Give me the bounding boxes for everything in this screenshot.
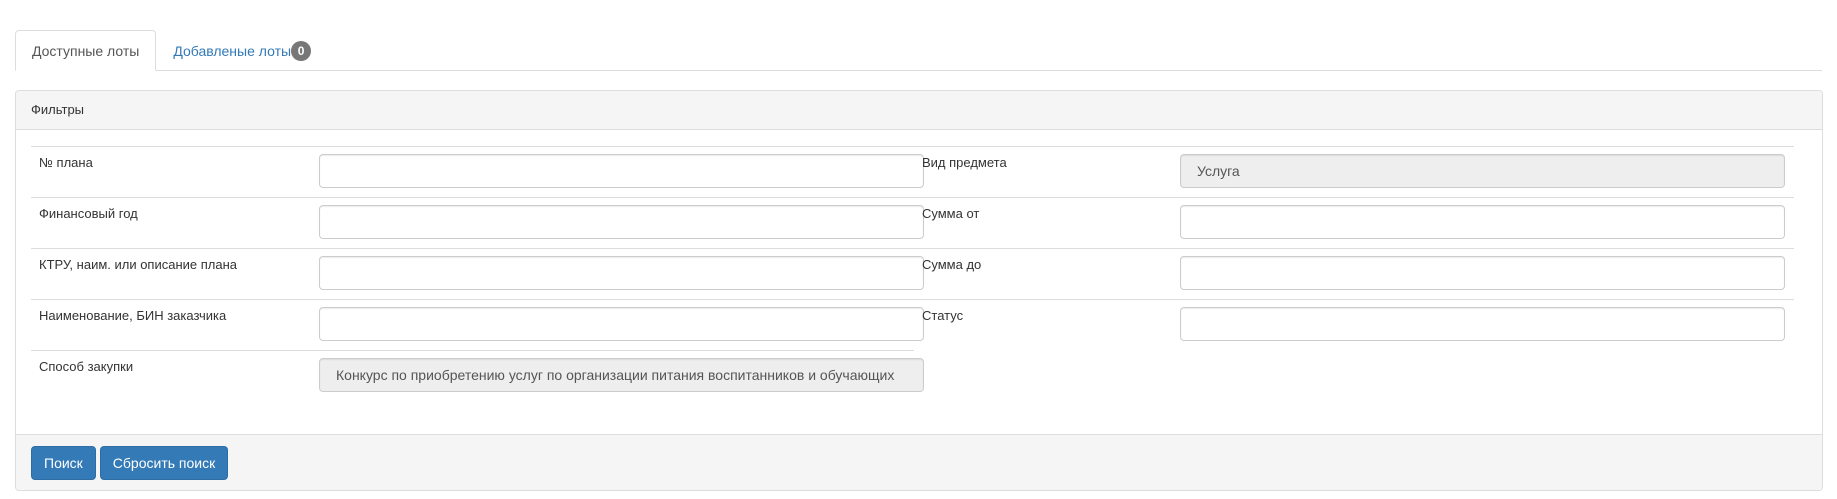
subject-type-field: Услуга (1180, 154, 1785, 188)
filter-label: Финансовый год (39, 206, 138, 221)
filter-row-procurement-method: Способ закупки Конкурс по приобретению у… (31, 350, 924, 401)
added-lots-count-badge: 0 (291, 41, 312, 62)
page: Доступные лоты Добавленые лоты 0 Фильтры … (0, 15, 1837, 499)
filters-left-column: № плана Финансовый год КТРУ, наим. или о… (31, 146, 924, 401)
customer-input[interactable] (319, 307, 924, 341)
filters-panel: Фильтры № плана Финансовый год КТРУ, наи… (15, 90, 1823, 491)
filter-label: Вид предмета (922, 155, 1007, 170)
panel-heading: Фильтры (16, 91, 1822, 130)
filter-label: Способ закупки (39, 359, 134, 374)
plan-number-input[interactable] (319, 154, 924, 188)
filter-row-plan-number: № плана (31, 146, 924, 197)
tab-label: Добавленые лоты (173, 43, 292, 59)
filters-body: № плана Финансовый год КТРУ, наим. или о… (16, 130, 1822, 436)
filter-row-subject-type: Вид предмета Услуга (914, 146, 1794, 197)
fiscal-year-input[interactable] (319, 205, 924, 239)
amount-to-input[interactable] (1180, 256, 1785, 290)
tab-available-lots[interactable]: Доступные лоты (15, 30, 157, 71)
filter-label: Наименование, БИН заказчика (39, 308, 227, 323)
tab-added-lots[interactable]: Добавленые лоты 0 (156, 30, 328, 71)
filter-label: Сумма от (922, 206, 980, 221)
filters-right-column: Вид предмета Услуга Сумма от Сумма до Ст… (914, 146, 1794, 350)
tab-label: Доступные лоты (32, 43, 140, 59)
filter-row-amount-from: Сумма от (914, 197, 1794, 248)
filter-label: КТРУ, наим. или описание плана (39, 257, 238, 272)
ktru-input[interactable] (319, 256, 924, 290)
filter-row-fiscal-year: Финансовый год (31, 197, 924, 248)
amount-from-input[interactable] (1180, 205, 1785, 239)
filter-label: Статус (922, 308, 964, 323)
panel-footer: Поиск Сбросить поиск (16, 434, 1822, 490)
filter-row-status: Статус (914, 299, 1794, 350)
search-button[interactable]: Поиск (31, 446, 96, 480)
filter-label: № плана (39, 155, 93, 170)
filter-row-amount-to: Сумма до (914, 248, 1794, 299)
procurement-method-field: Конкурс по приобретению услуг по организ… (319, 358, 924, 392)
reset-search-button[interactable]: Сбросить поиск (99, 446, 229, 480)
status-select[interactable] (1180, 307, 1785, 341)
filter-label: Сумма до (922, 257, 982, 272)
filter-row-ktru: КТРУ, наим. или описание плана (31, 248, 924, 299)
filter-row-customer: Наименование, БИН заказчика (31, 299, 924, 350)
lot-tabs: Доступные лоты Добавленые лоты 0 (15, 15, 1822, 71)
